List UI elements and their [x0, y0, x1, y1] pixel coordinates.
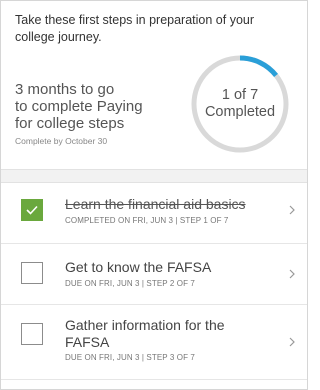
progress-count: 1 of 7	[221, 87, 259, 103]
step-item-2[interactable]: Get to know the FAFSA DUE ON FRI, JUN 3 …	[1, 244, 307, 305]
progress-headline: 3 months to go to complete Paying for co…	[15, 81, 185, 132]
progress-headline-line-3: for college steps	[15, 115, 125, 132]
progress-summary: 3 months to go to complete Paying for co…	[15, 81, 185, 146]
progress-ring: 1 of 7 Completed	[189, 53, 291, 155]
section-divider	[1, 169, 307, 183]
step-3-title-line-2: FAFSA	[65, 334, 110, 350]
step-1-checkbox[interactable]	[21, 199, 43, 221]
step-3-title: Gather information for the FAFSA	[65, 317, 275, 351]
progress-due-date: Complete by October 30	[15, 136, 108, 146]
step-2-title: Get to know the FAFSA	[65, 259, 212, 275]
chevron-right-icon	[289, 205, 295, 215]
progress-headline-line-2: to complete Paying	[15, 98, 143, 115]
progress-status: Completed	[204, 104, 276, 120]
step-2-checkbox[interactable]	[21, 262, 43, 284]
step-1-title: Learn the financial aid basics	[65, 196, 246, 212]
intro-text: Take these first steps in preparation of…	[15, 13, 255, 44]
checkmark-icon	[26, 205, 38, 215]
step-3-title-line-1: Gather information for the	[65, 317, 225, 333]
chevron-right-icon	[289, 269, 295, 279]
step-2-meta: DUE ON FRI, JUN 3 | STEP 2 OF 7	[65, 279, 195, 288]
chevron-right-icon	[289, 337, 295, 347]
step-item-1[interactable]: Learn the financial aid basics COMPLETED…	[1, 183, 307, 244]
progress-ring-label: 1 of 7 Completed	[189, 87, 291, 121]
college-steps-card: Take these first steps in preparation of…	[0, 0, 308, 390]
step-item-4-partial[interactable]	[1, 380, 307, 389]
step-1-meta: COMPLETED ON FRI, JUN 3 | STEP 1 OF 7	[65, 216, 229, 225]
progress-headline-line-1: 3 months to go	[15, 81, 115, 98]
step-item-3[interactable]: Gather information for the FAFSA DUE ON …	[1, 305, 307, 380]
step-3-checkbox[interactable]	[21, 323, 43, 345]
step-list: Learn the financial aid basics COMPLETED…	[1, 183, 307, 389]
step-3-meta: DUE ON FRI, JUN 3 | STEP 3 OF 7	[65, 353, 195, 362]
